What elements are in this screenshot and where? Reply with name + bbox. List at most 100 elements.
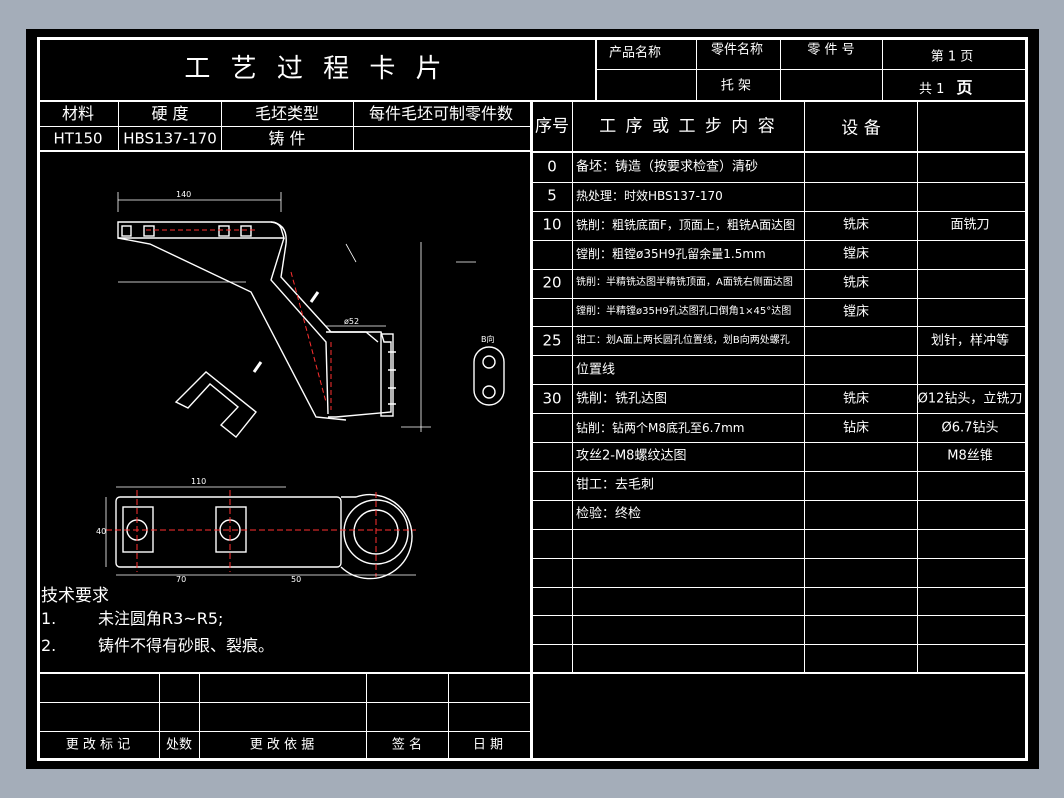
- seq-header: 序号: [535, 116, 569, 137]
- equipment-header: 设 备: [841, 118, 881, 139]
- proc-row-line: [531, 644, 1028, 645]
- product-name-label: 产品名称: [608, 45, 662, 61]
- footer-signature: 签 名: [391, 737, 423, 753]
- proc-seq: 10: [542, 215, 562, 234]
- proc-seq: 30: [542, 389, 562, 408]
- frame-top: [37, 37, 1028, 40]
- footer-top: [37, 672, 1028, 674]
- proc-row-line: [531, 269, 1028, 270]
- footer-count: 处数: [165, 737, 193, 753]
- proc-content: 热处理：时效HBS137-170: [576, 189, 723, 203]
- proc-content: 铣削：半精铣达图半精铣顶面，A面铣右侧面达图: [576, 277, 793, 288]
- material-col: [221, 102, 222, 151]
- proc-equip: 镗床: [842, 304, 870, 320]
- proc-seq: 20: [542, 273, 562, 292]
- proc-content: 备坯：铸造（按要求检查）清砂: [576, 159, 759, 175]
- footer-date: 日 期: [472, 737, 504, 753]
- footer-col: [448, 673, 449, 759]
- proc-content: 铣削：铣孔达图: [576, 391, 668, 407]
- total-suffix: 页: [956, 78, 973, 97]
- material-line: [37, 126, 531, 127]
- proc-row-line: [531, 182, 1028, 183]
- proc-row-line: [531, 615, 1028, 616]
- header-divider: [595, 37, 597, 102]
- tech-req-num-2: 2.: [41, 636, 57, 655]
- proc-content: 位置线: [576, 362, 616, 378]
- blank-type-label: 毛坯类型: [254, 104, 320, 123]
- dim-dia: ø52: [344, 317, 359, 326]
- total-label: 共 1: [919, 82, 945, 97]
- part-no-label: 零 件 号: [807, 42, 855, 58]
- proc-equip: 镗床: [842, 246, 870, 262]
- proc-content: 钳工：去毛刺: [576, 477, 655, 493]
- drawing-labels: 110 70 50 40 ø52 B向 140: [96, 190, 495, 584]
- proc-seq: 5: [547, 186, 557, 205]
- footer-change-mark: 更 改 标 记: [65, 737, 131, 753]
- proc-tool: Ø6.7钻头: [941, 420, 999, 436]
- header-mid-line: [596, 69, 1028, 70]
- header-col: [780, 37, 781, 102]
- proc-seq: 0: [547, 157, 557, 176]
- proc-content: 镗削：半精镗ø35H9孔达图孔口倒角1×45°达图: [576, 306, 792, 317]
- proc-equip: 铣床: [842, 391, 870, 407]
- total-pages: 共 1 页: [919, 78, 973, 97]
- proc-equip: 钻床: [842, 420, 870, 436]
- frame-right: [1025, 37, 1028, 761]
- tech-req-num-1: 1.: [41, 609, 57, 628]
- proc-content: 铣削：粗铣底面F，顶面上，粗铣A面达图: [576, 218, 796, 232]
- dimension-lines: [117, 192, 476, 432]
- proc-tool: M8丝锥: [947, 448, 993, 464]
- material-col: [353, 102, 354, 151]
- cut-lines: [146, 229, 332, 410]
- proc-tool: 划针，样冲等: [930, 333, 1010, 349]
- part-name-label: 零件名称: [710, 42, 764, 58]
- proc-content: 钻削：钻两个M8底孔至6.7mm: [576, 421, 745, 435]
- header-col: [882, 37, 883, 102]
- part-name-value: 托 架: [720, 78, 752, 94]
- proc-tool: Ø12钻头，立铣刀: [917, 391, 1023, 407]
- proc-seq: 25: [542, 331, 562, 350]
- section-view: [174, 371, 257, 438]
- proc-header-line: [531, 151, 1028, 153]
- footer-line: [37, 731, 531, 732]
- proc-tool: 面铣刀: [950, 217, 990, 233]
- proc-row-line: [531, 384, 1028, 385]
- dim-bottom-len: 140: [176, 190, 191, 199]
- dim-top-len: 110: [191, 477, 206, 486]
- proc-row-line: [531, 413, 1028, 414]
- material-value: HT150: [53, 129, 103, 148]
- parts-per-blank-label: 每件毛坯可制零件数: [368, 104, 514, 123]
- main-divider: [530, 102, 533, 761]
- proc-content: 钳工：划A面上两长圆孔位置线，划B向两处螺孔: [576, 335, 790, 346]
- footer-col: [366, 673, 367, 759]
- top-view: [115, 493, 413, 580]
- hardness-label: 硬 度: [151, 104, 189, 123]
- footer-change-basis: 更 改 依 据: [249, 737, 315, 753]
- b-view-label: B向: [481, 334, 495, 344]
- proc-row-line: [531, 442, 1028, 443]
- proc-equip: 铣床: [842, 217, 870, 233]
- proc-row-line: [531, 298, 1028, 299]
- footer-line: [37, 702, 531, 703]
- page-number: 第 1 页: [930, 49, 974, 65]
- content-header: 工 序 或 工 步 内 容: [599, 116, 777, 137]
- proc-row-line: [531, 240, 1028, 241]
- proc-row-line: [531, 529, 1028, 530]
- material-col: [118, 102, 119, 151]
- proc-content: 攻丝2-M8螺纹达图: [576, 448, 687, 464]
- dim-height: 40: [96, 527, 106, 536]
- footer-col: [159, 673, 160, 759]
- proc-row-line: [531, 326, 1028, 327]
- tech-req-item-2: 铸件不得有砂眼、裂痕。: [98, 636, 275, 655]
- footer-col: [199, 673, 200, 759]
- dim-seg2: 50: [291, 575, 301, 584]
- proc-row-line: [531, 471, 1028, 472]
- process-card-sheet: 工 艺 过 程 卡 片 产品名称 零件名称 零 件 号 第 1 页 托 架 共 …: [26, 29, 1039, 769]
- tech-req-item-1: 未注圆角R3~R5;: [98, 609, 224, 628]
- part-drawing: 110 70 50 40 ø52 B向 140: [96, 190, 505, 584]
- b-view: [473, 346, 505, 406]
- proc-row-line: [531, 355, 1028, 356]
- material-label: 材料: [61, 104, 95, 123]
- card-title: 工 艺 过 程 卡 片: [184, 54, 448, 84]
- proc-equip: 铣床: [842, 275, 870, 291]
